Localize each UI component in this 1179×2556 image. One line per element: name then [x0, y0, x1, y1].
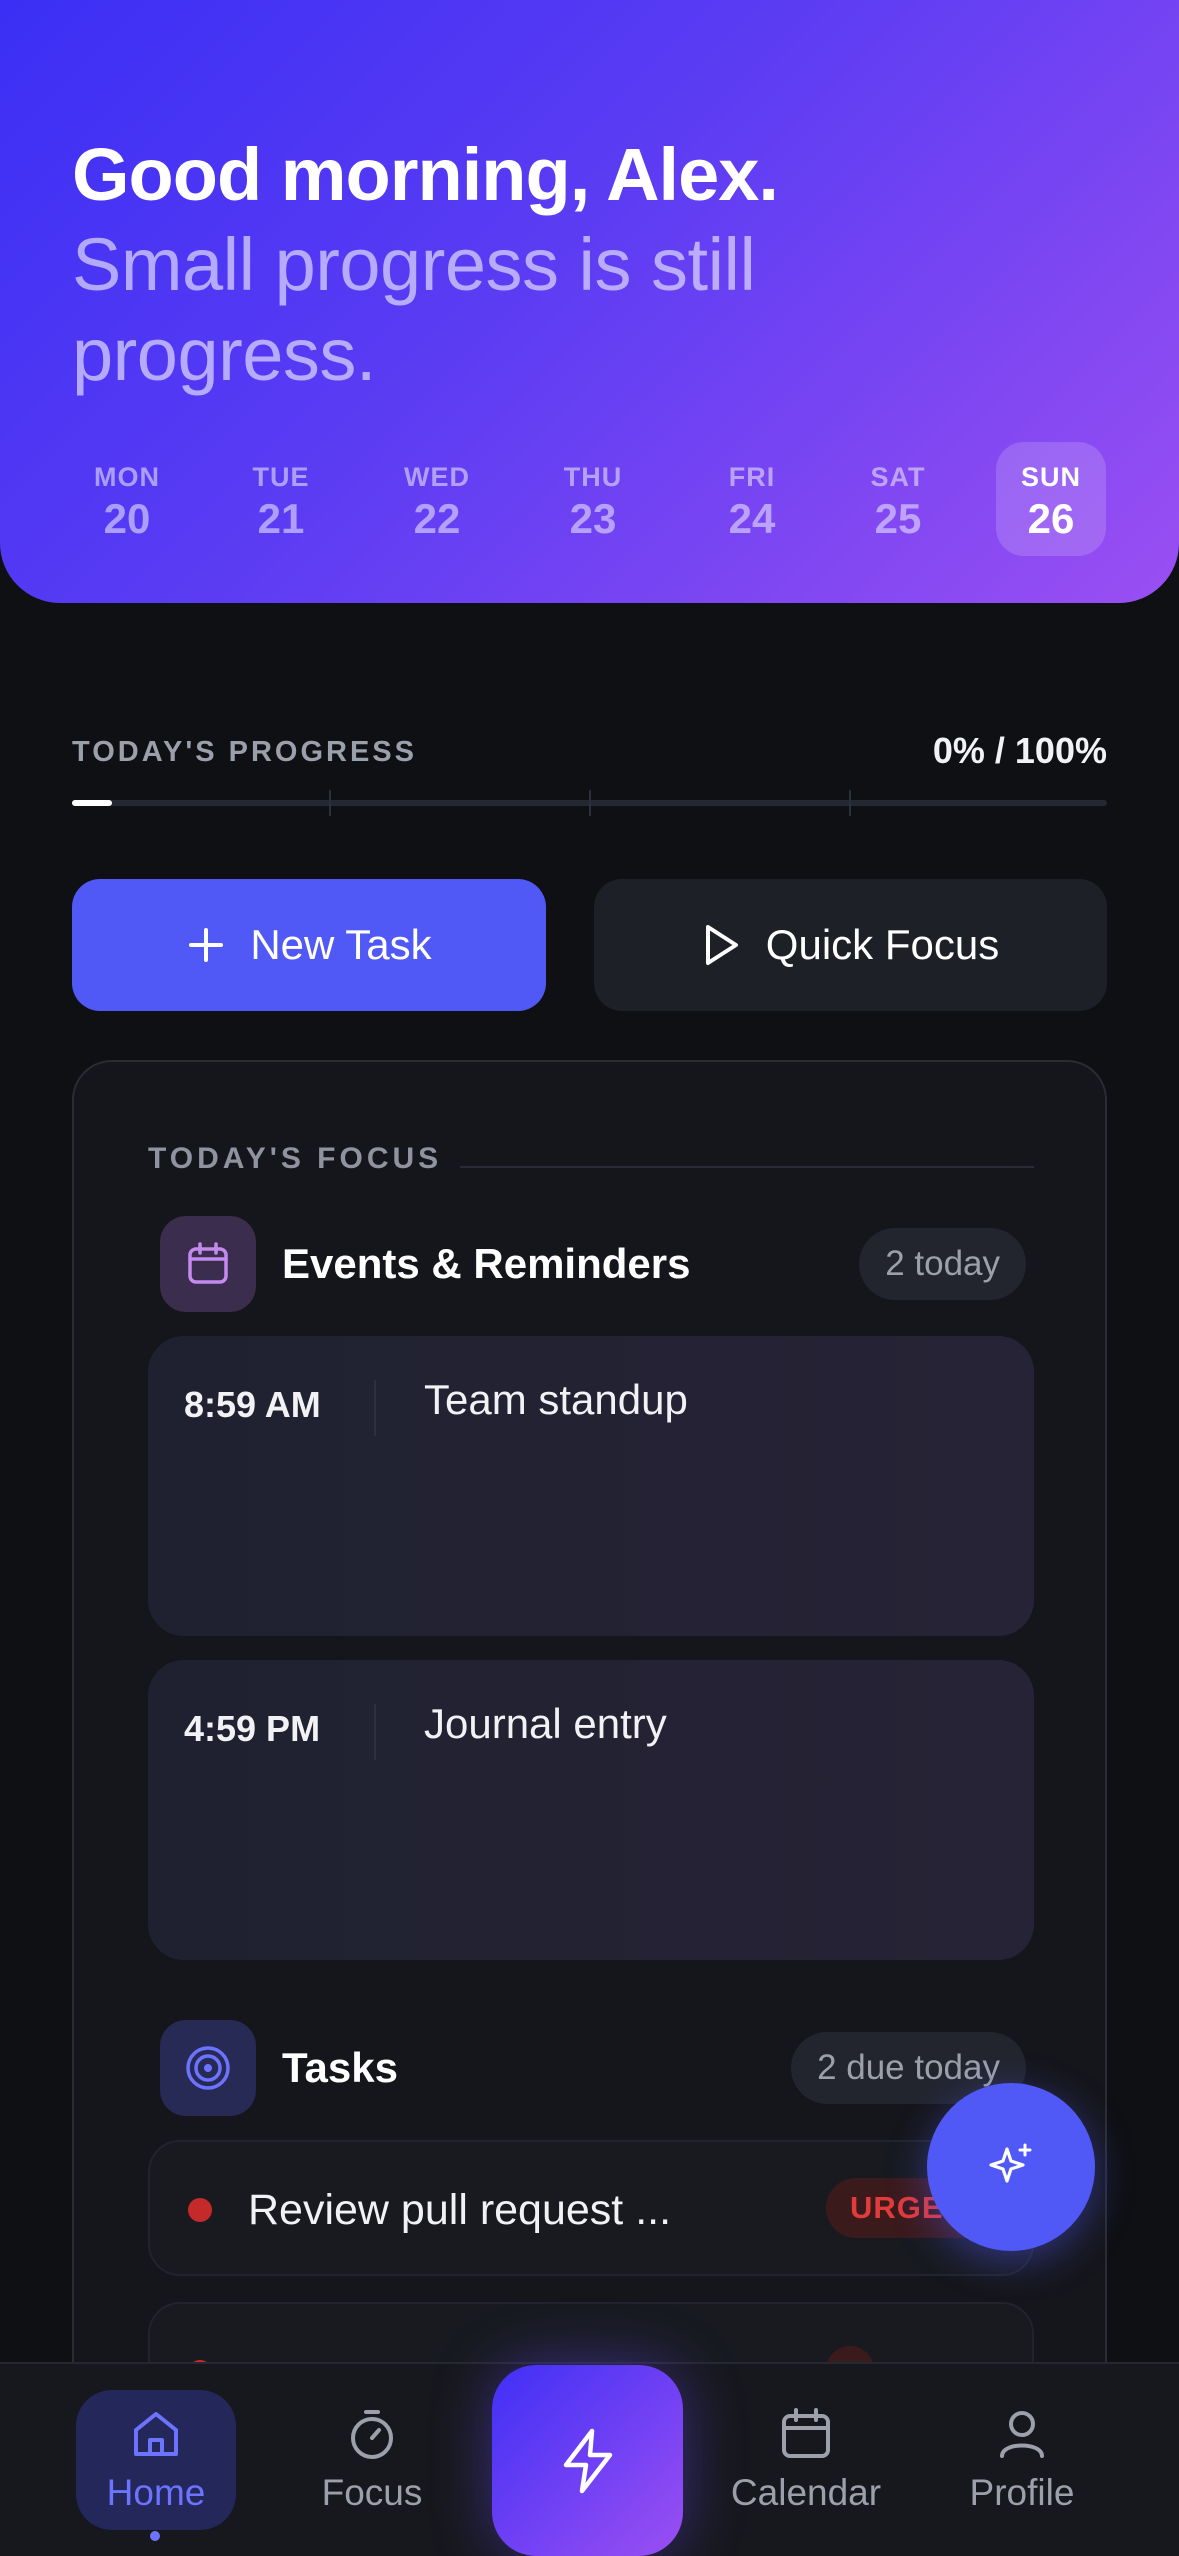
events-section-header: Events & Reminders 2 today	[160, 1216, 1026, 1312]
day-number: 23	[569, 495, 617, 542]
active-tab-indicator	[150, 2531, 160, 2541]
tab-focus[interactable]: Focus	[292, 2390, 452, 2530]
progress-tick	[849, 790, 851, 816]
quick-action-button[interactable]	[492, 2365, 683, 2556]
home-icon	[134, 2412, 178, 2456]
day-sat[interactable]: SAT 25	[843, 442, 953, 556]
progress-value: 0% / 100%	[932, 730, 1107, 771]
tasks-section-header: Tasks 2 due today	[160, 2020, 1026, 2116]
user-icon	[1000, 2411, 1044, 2458]
day-name: SAT	[870, 462, 926, 492]
event-divider	[374, 1704, 376, 1760]
calendar-icon	[782, 2408, 830, 2458]
tasks-section-title: Tasks	[282, 2044, 398, 2091]
day-thu[interactable]: THU 23	[538, 442, 648, 556]
target-icon	[160, 2020, 256, 2116]
sparkles-icon	[989, 2143, 1032, 2183]
tab-calendar[interactable]: Calendar	[726, 2390, 886, 2530]
day-number: 25	[874, 495, 922, 542]
day-name: MON	[94, 462, 160, 492]
tab-calendar-label: Calendar	[730, 2472, 882, 2513]
progress-label: TODAY'S PROGRESS	[72, 736, 417, 768]
ai-assist-fab[interactable]	[927, 2083, 1095, 2251]
task-title: Review pull request ...	[248, 2186, 672, 2234]
progress-tick	[589, 790, 591, 816]
progress-tick	[329, 790, 331, 816]
event-title: Team standup	[424, 1376, 688, 1423]
day-number: 20	[103, 495, 151, 542]
tab-profile-label: Profile	[969, 2472, 1075, 2513]
day-number: 24	[728, 495, 776, 542]
priority-dot	[188, 2198, 212, 2222]
event-card[interactable]: 4:59 PM Journal entry	[148, 1660, 1034, 1960]
day-name: TUE	[252, 462, 310, 492]
progress-bar-fill	[72, 800, 112, 806]
day-mon[interactable]: MON 20	[72, 442, 182, 556]
progress-bar	[72, 790, 1107, 816]
quick-focus-button[interactable]: Quick Focus	[594, 879, 1107, 1011]
todays-focus-card: TODAY'S FOCUS Events & Reminders 2 today…	[72, 1060, 1107, 2556]
tab-profile[interactable]: Profile	[942, 2390, 1102, 2530]
day-tue[interactable]: TUE 21	[226, 442, 336, 556]
events-section-title: Events & Reminders	[282, 1240, 691, 1287]
quick-focus-label: Quick Focus	[765, 921, 1000, 968]
day-number: 22	[413, 495, 461, 542]
day-wed[interactable]: WED 22	[382, 442, 492, 556]
events-count-badge: 2 today	[859, 1228, 1026, 1300]
day-number: 21	[257, 495, 305, 542]
day-number: 26	[1027, 495, 1075, 542]
new-task-label: New Task	[250, 921, 432, 968]
new-task-button[interactable]: New Task	[72, 879, 546, 1011]
day-name: SUN	[1020, 462, 1081, 492]
event-card[interactable]: 8:59 AM Team standup	[148, 1336, 1034, 1636]
focus-section-title: TODAY'S FOCUS	[148, 1142, 443, 1175]
day-sun-selected[interactable]: SUN 26	[996, 442, 1106, 556]
play-icon	[702, 923, 742, 967]
event-title: Journal entry	[424, 1700, 667, 1747]
focus-divider	[460, 1166, 1034, 1168]
tab-focus-label: Focus	[321, 2472, 423, 2513]
day-name: FRI	[728, 462, 776, 492]
tab-home[interactable]: Home	[76, 2390, 236, 2530]
lightning-icon	[563, 2428, 612, 2493]
calendar-icon	[160, 1216, 256, 1312]
event-time: 4:59 PM	[184, 1708, 321, 1749]
event-time: 8:59 AM	[184, 1384, 321, 1425]
day-name: WED	[404, 462, 470, 492]
day-fri[interactable]: FRI 24	[697, 442, 807, 556]
tab-home-label: Home	[106, 2472, 206, 2513]
plus-icon	[186, 925, 226, 965]
event-divider	[374, 1380, 376, 1436]
motivation-subtitle: Small progress is still progress.	[72, 223, 756, 396]
hero-header: Good morning, Alex. Small progress is st…	[0, 0, 1179, 603]
greeting-heading: Good morning, Alex.	[72, 133, 779, 216]
task-item[interactable]: Review pull request ... URGENT	[148, 2140, 1034, 2276]
week-day-selector: MON 20 TUE 21 WED 22 THU 23 FRI 24 SAT 2…	[72, 442, 1107, 556]
day-name: THU	[563, 462, 623, 492]
stopwatch-icon	[351, 2410, 393, 2459]
